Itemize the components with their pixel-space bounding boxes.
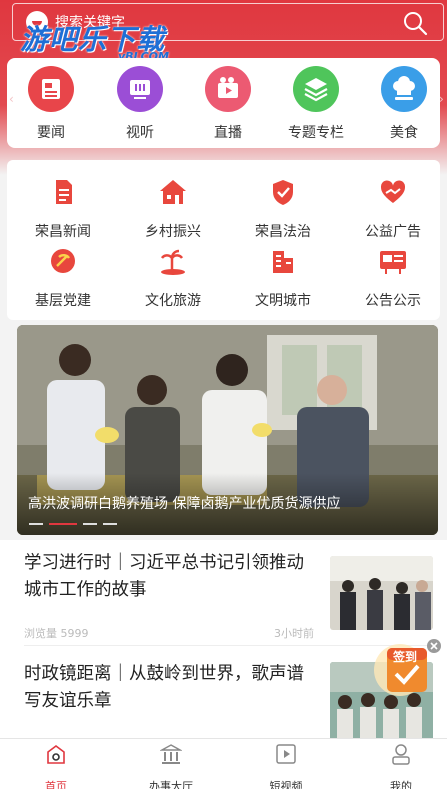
bottom-tab-bar: 首页 办事大厅 短视频 我的 xyxy=(0,738,447,789)
chef-hat-icon xyxy=(381,66,427,112)
shield-check-icon xyxy=(273,180,293,205)
category-label: 要闻 xyxy=(37,125,65,141)
service-item-party[interactable]: 基层党建 xyxy=(18,246,108,310)
carousel-dot[interactable] xyxy=(83,523,97,525)
party-emblem-icon xyxy=(51,249,75,273)
category-item-yaowen[interactable]: 要闻 xyxy=(16,66,86,142)
government-building-icon xyxy=(159,744,183,764)
category-item-shiting[interactable]: 视听 xyxy=(105,66,175,142)
category-label: 专题专栏 xyxy=(288,125,344,141)
service-label: 荣昌法治 xyxy=(255,224,311,240)
service-label: 公告公示 xyxy=(365,293,421,309)
checkin-label: 签到 xyxy=(393,650,418,664)
service-item-announcement[interactable]: 公告公示 xyxy=(348,246,438,310)
carousel-indicator xyxy=(29,523,117,525)
service-item-news[interactable]: 荣昌新闻 xyxy=(18,177,108,241)
category-label: 直播 xyxy=(214,125,242,141)
tab-label: 短视频 xyxy=(269,780,303,789)
category-item-meishi[interactable]: 美食 xyxy=(369,66,439,142)
chevron-left-icon[interactable]: ‹ xyxy=(9,92,15,106)
heart-hand-icon xyxy=(380,180,406,203)
service-item-civilized-city[interactable]: 文明城市 xyxy=(238,246,328,310)
category-label: 视听 xyxy=(126,125,154,141)
carousel-dot[interactable] xyxy=(103,523,117,525)
home-icon xyxy=(47,745,65,764)
layers-icon xyxy=(293,66,339,112)
service-item-law[interactable]: 荣昌法治 xyxy=(238,177,328,241)
news-time: 3小时前 xyxy=(274,627,314,640)
category-label: 美食 xyxy=(390,125,418,141)
service-item-charity[interactable]: 公益广告 xyxy=(348,177,438,241)
palm-island-icon xyxy=(160,249,185,275)
views-count: 5999 xyxy=(60,627,89,640)
carousel-dot[interactable] xyxy=(29,523,43,525)
views-label: 浏览量 xyxy=(24,627,57,640)
tab-short-video[interactable]: 短视频 xyxy=(246,743,326,789)
village-house-icon xyxy=(160,180,186,204)
chevron-right-icon[interactable]: › xyxy=(439,92,445,106)
user-icon xyxy=(392,744,410,765)
service-label: 荣昌新闻 xyxy=(35,224,91,240)
tab-mine[interactable]: 我的 xyxy=(361,743,441,789)
service-item-tourism[interactable]: 文化旅游 xyxy=(128,246,218,310)
banner-carousel[interactable]: 高洪波调研白鹅养殖场 保障卤鹅产业优质货源供应 xyxy=(17,325,438,535)
service-label: 文化旅游 xyxy=(145,293,201,309)
search-icon[interactable] xyxy=(401,9,429,37)
banner-title: 高洪波调研白鹅养殖场 保障卤鹅产业优质货源供应 xyxy=(28,496,341,512)
tab-label: 我的 xyxy=(390,780,412,789)
category-item-zhuanti[interactable]: 专题专栏 xyxy=(281,66,351,142)
service-label: 文明城市 xyxy=(255,293,311,309)
tab-service-hall[interactable]: 办事大厅 xyxy=(131,743,211,789)
tab-label: 首页 xyxy=(45,780,67,789)
document-icon xyxy=(56,180,72,204)
news-icon xyxy=(28,66,74,112)
service-label: 乡村振兴 xyxy=(145,224,201,240)
news-title[interactable]: 学习进行时｜习近平总书记引领推动城市工作的故事 xyxy=(24,550,314,604)
bulletin-board-icon xyxy=(380,251,406,274)
category-item-zhibo[interactable]: 直播 xyxy=(193,66,263,142)
tab-label: 办事大厅 xyxy=(149,780,193,789)
service-item-rural[interactable]: 乡村振兴 xyxy=(128,177,218,241)
play-icon xyxy=(276,744,296,764)
tv-icon xyxy=(117,66,163,112)
video-camera-icon xyxy=(205,66,251,112)
carousel-dot-active[interactable] xyxy=(49,523,77,525)
news-title[interactable]: 时政镜距离｜从鼓岭到世界，歌声谱写友谊乐章 xyxy=(24,661,314,715)
news-thumbnail[interactable] xyxy=(330,556,433,630)
buildings-icon xyxy=(273,251,293,273)
news-meta: 浏览量 5999 3小时前 xyxy=(24,625,314,641)
service-label: 公益广告 xyxy=(365,224,421,240)
service-label: 基层党建 xyxy=(35,293,91,309)
checkin-float-badge[interactable]: 签到 xyxy=(372,636,442,706)
tab-home[interactable]: 首页 xyxy=(16,743,96,789)
